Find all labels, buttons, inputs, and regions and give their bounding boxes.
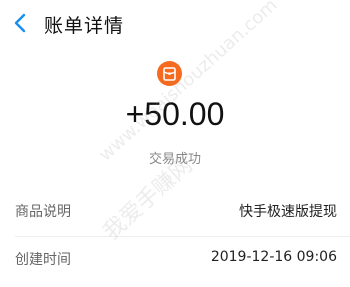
detail-value: 2019-12-16 09:06: [210, 249, 337, 265]
red-packet-icon: [163, 66, 176, 81]
transaction-amount: +50.00: [125, 96, 225, 132]
detail-row-created-time: 创建时间 2019-12-16 09:06: [0, 249, 350, 271]
transaction-icon: [157, 61, 182, 86]
detail-row-description: 商品说明 快手极速版提现: [0, 201, 350, 223]
page-title: 账单详情: [44, 15, 125, 37]
detail-value: 快手极速版提现: [239, 204, 337, 220]
back-button[interactable]: [10, 13, 30, 33]
detail-label: 商品说明: [15, 204, 71, 220]
detail-label: 创建时间: [15, 252, 71, 268]
transaction-status: 交易成功: [148, 152, 201, 167]
divider: [15, 236, 350, 237]
chevron-left-icon: [14, 13, 26, 33]
header-bar: 账单详情: [0, 0, 350, 46]
